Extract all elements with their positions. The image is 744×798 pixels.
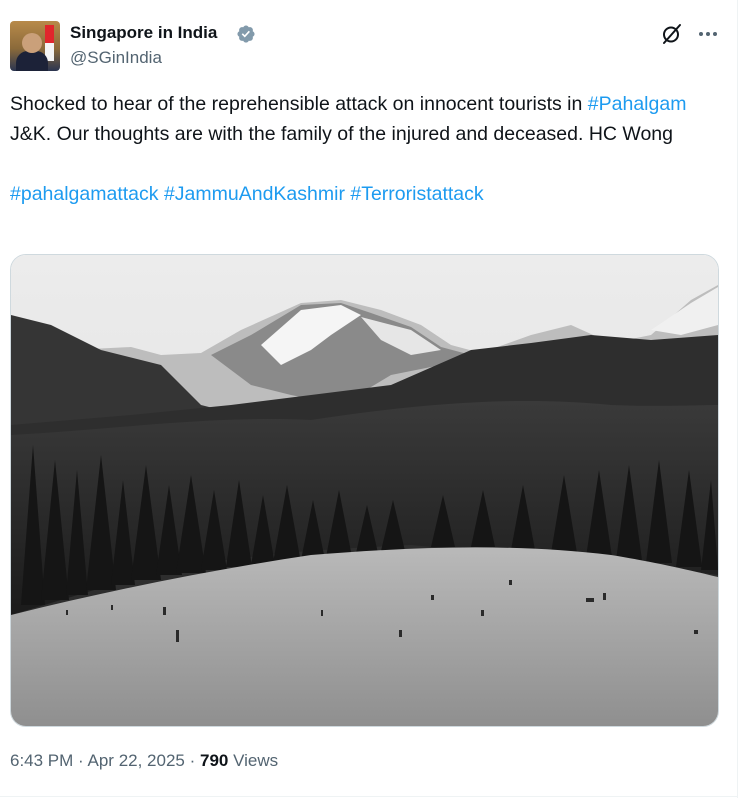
verified-badge-icon (237, 25, 255, 43)
hashtag-link[interactable]: #Terroristattack (350, 183, 483, 205)
avatar-face (22, 33, 42, 53)
tweet-date[interactable]: Apr 22, 2025 (88, 751, 185, 770)
tweet-text-part: Shocked to hear of the reprehensible att… (10, 93, 583, 115)
author-handle[interactable]: @SGinIndia (70, 47, 162, 69)
flag-icon (45, 25, 54, 61)
hashtag-pahalgam-link[interactable]: #Pahalgam (588, 93, 687, 115)
separator: · (78, 751, 84, 770)
tweet-metadata: 6:43 PM · Apr 22, 2025 · 790 Views (10, 750, 278, 772)
avatar-body (16, 51, 48, 71)
separator: · (189, 751, 196, 770)
views-count: 790 (200, 751, 229, 770)
grok-icon[interactable] (660, 22, 684, 46)
views-label: Views (233, 751, 279, 770)
more-options-icon[interactable] (696, 22, 720, 46)
hashtag-link[interactable]: #pahalgamattack (10, 183, 159, 205)
photo-mountain-meadow (11, 255, 718, 726)
tweet-time[interactable]: 6:43 PM (10, 751, 73, 770)
column-divider (737, 0, 738, 798)
tweet-photo[interactable] (10, 254, 719, 727)
avatar[interactable] (10, 21, 60, 71)
author-display-name[interactable]: Singapore in India (70, 22, 217, 44)
tweet-bottom-divider (0, 796, 737, 797)
tweet-text-part: J&K. Our thoughts are with the family of… (10, 123, 673, 145)
hashtag-link[interactable]: #JammuAndKashmir (164, 183, 345, 205)
tweet-text: Shocked to hear of the reprehensible att… (10, 89, 730, 209)
